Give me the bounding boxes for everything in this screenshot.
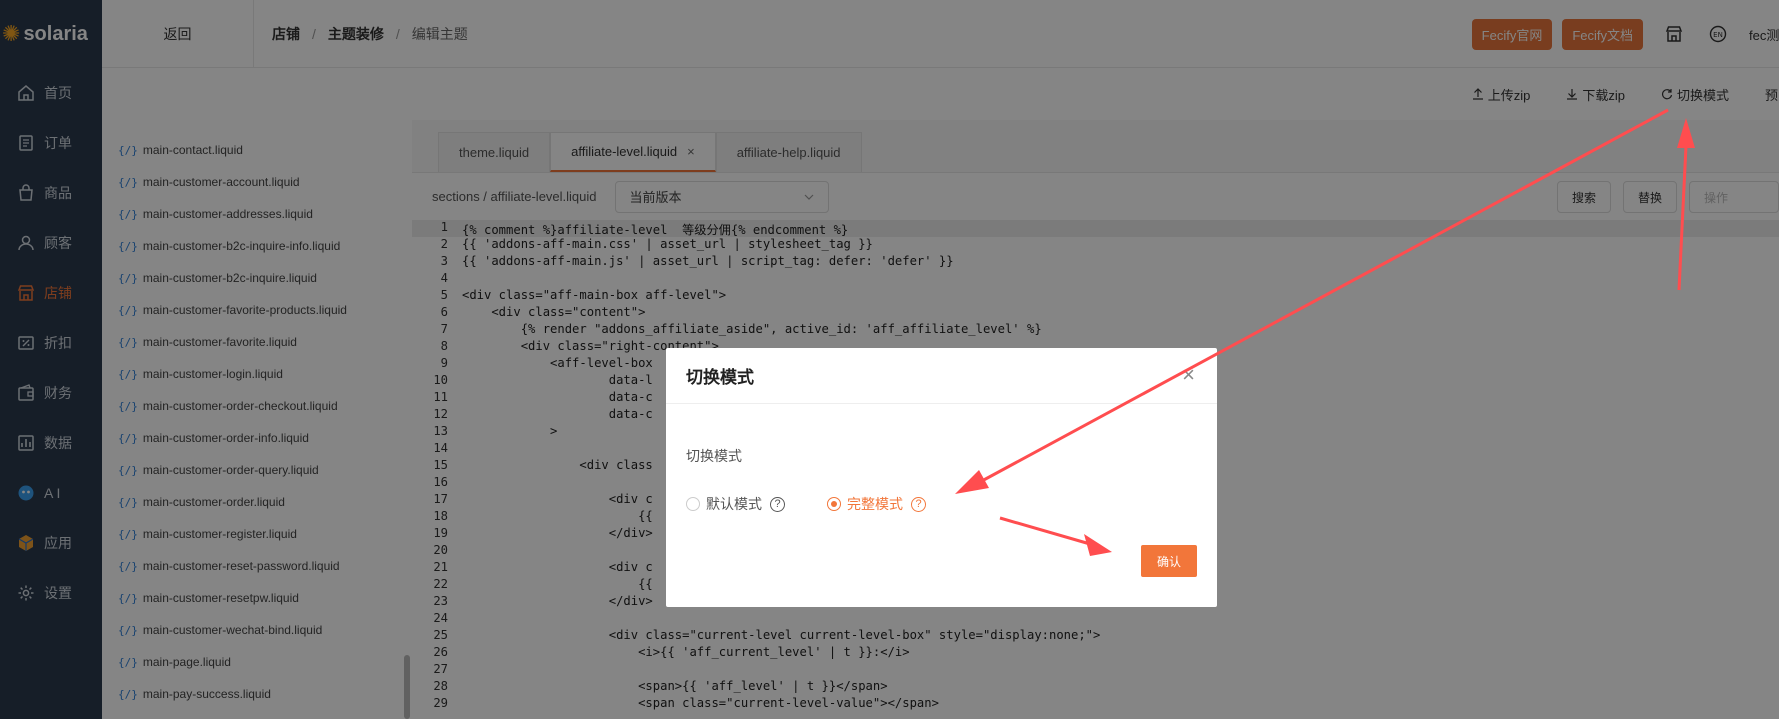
- help-icon[interactable]: ?: [770, 496, 785, 512]
- mode-label: 切换模式: [686, 448, 742, 464]
- confirm-button[interactable]: 确认: [1141, 545, 1197, 577]
- help-icon[interactable]: ?: [911, 496, 926, 512]
- switch-mode-dialog: 切换模式 × 切换模式 默认模式 ? 完整模式 ? 确认: [666, 348, 1217, 607]
- dialog-title: 切换模式: [686, 368, 754, 387]
- radio-full-mode[interactable]: 完整模式 ?: [827, 494, 926, 514]
- radio-circle[interactable]: [686, 497, 700, 511]
- close-icon[interactable]: ×: [1182, 364, 1195, 386]
- mode-radio-group: 默认模式 ? 完整模式 ?: [686, 494, 926, 514]
- radio-label: 默认模式: [706, 496, 762, 512]
- radio-circle[interactable]: [827, 497, 841, 511]
- radio-label: 完整模式: [847, 496, 903, 512]
- dialog-header: 切换模式 ×: [666, 348, 1217, 404]
- radio-default-mode[interactable]: 默认模式 ?: [686, 494, 785, 514]
